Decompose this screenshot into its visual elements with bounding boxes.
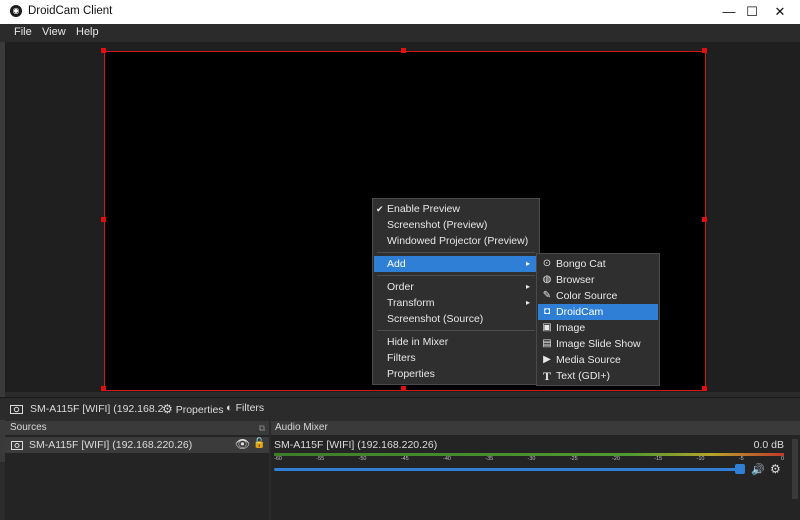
mixer-level-readout: 0.0 dB xyxy=(753,439,784,451)
add-submenu: ⊙ Bongo Cat ◍ Browser ✎ Color Source ◘ D… xyxy=(536,253,660,386)
image-icon: ▣ xyxy=(542,322,552,333)
resize-handle-top-left[interactable] xyxy=(101,48,106,53)
scrollbar[interactable] xyxy=(792,439,798,499)
gear-icon[interactable]: ⚙ xyxy=(770,462,781,476)
resize-handle-right[interactable] xyxy=(702,217,707,222)
sources-panel: Sources ⧉ SM-A115F [WIFI] (192.168.220.2… xyxy=(5,421,269,520)
selected-source-name: SM-A115F [WIFI] (192.168.2 xyxy=(30,403,164,415)
submenu-item-color-source[interactable]: ✎ Color Source xyxy=(538,288,658,304)
resize-handle-bottom[interactable] xyxy=(401,386,406,391)
menu-item-properties[interactable]: Properties xyxy=(374,366,538,382)
meter-tick-label: -55 xyxy=(316,456,325,462)
menu-item-filters[interactable]: Filters xyxy=(374,350,538,366)
audio-mixer-header: Audio Mixer xyxy=(271,421,800,435)
meter-tick-label: -5 xyxy=(738,456,744,462)
meter-tick-label: -15 xyxy=(654,456,663,462)
window-title: DroidCam Client xyxy=(28,5,113,17)
dock-float-icon[interactable]: ⧉ xyxy=(259,421,265,435)
meter-tick-label: -50 xyxy=(358,456,367,462)
submenu-arrow-icon: ▸ xyxy=(525,259,530,268)
droidcam-logo-icon: ◉ xyxy=(10,5,22,17)
menu-item-hide-in-mixer[interactable]: Hide in Mixer xyxy=(374,334,538,350)
meter-tick-label: -30 xyxy=(527,456,536,462)
volume-slider[interactable] xyxy=(274,468,744,471)
close-button[interactable]: ✕ xyxy=(757,0,800,24)
source-toolbar: SM-A115F [WIFI] (192.168.2 ⚙ Properties … xyxy=(0,397,800,420)
list-item[interactable]: SM-A115F [WIFI] (192.168.220.26) 👁 🔓 xyxy=(5,437,269,453)
menu-divider xyxy=(377,275,535,276)
meter-tick-label: -35 xyxy=(485,456,494,462)
meter-tick-label: -10 xyxy=(696,456,705,462)
title-bar: ◉ DroidCam Client — ☐ ✕ xyxy=(0,0,800,24)
camera-icon xyxy=(11,441,23,450)
play-icon: ▶ xyxy=(543,354,551,365)
meter-tick-label: 0 xyxy=(781,456,785,462)
submenu-arrow-icon: ▸ xyxy=(525,282,530,291)
menu-divider xyxy=(377,252,535,253)
camera-icon: ◘ xyxy=(543,306,551,317)
sources-header: Sources ⧉ xyxy=(5,421,269,435)
resize-handle-bottom-right[interactable] xyxy=(702,386,707,391)
meter-tick-label: -40 xyxy=(443,456,451,462)
mixer-channel-name: SM-A115F [WIFI] (192.168.220.26) xyxy=(274,439,438,451)
meter-scale: -60 -55 -50 -45 -40 -35 -30 -25 -20 -15 -10 -5 0 xyxy=(271,455,800,463)
submenu-item-text-gdi[interactable]: T Text (GDI+) xyxy=(538,368,658,384)
resize-handle-left[interactable] xyxy=(101,217,106,222)
menu-item-screenshot-preview[interactable]: Screenshot (Preview) xyxy=(374,217,538,233)
menu-item-order[interactable]: Order ▸ xyxy=(374,279,538,295)
meter-tick-label: -45 xyxy=(400,456,409,462)
submenu-item-bongo-cat[interactable]: ⊙ Bongo Cat xyxy=(538,256,658,272)
meter-tick-label: -20 xyxy=(612,456,620,462)
slideshow-icon: ▤ xyxy=(542,338,552,349)
submenu-item-droidcam[interactable]: ◘ DroidCam xyxy=(538,304,658,320)
menu-item-enable-preview[interactable]: ✔ Enable Preview xyxy=(374,201,538,217)
text-icon: T xyxy=(542,369,551,383)
camera-icon xyxy=(10,405,23,414)
meter-tick-label: -25 xyxy=(569,456,578,462)
context-menu: ✔ Enable Preview Screenshot (Preview) Wi… xyxy=(372,198,540,385)
menu-item-add[interactable]: Add ▸ xyxy=(374,256,538,272)
gear-icon: ⚙ xyxy=(162,402,173,416)
menu-bar: File View Help xyxy=(0,24,800,42)
menu-divider xyxy=(377,330,535,331)
lock-icon[interactable]: 🔓 xyxy=(253,438,265,449)
eye-icon[interactable]: 👁 xyxy=(235,437,250,451)
paint-brush-icon: ✎ xyxy=(542,290,552,301)
source-label: SM-A115F [WIFI] (192.168.220.26) xyxy=(29,439,193,451)
resize-handle-top-right[interactable] xyxy=(702,48,707,53)
menu-help[interactable]: Help xyxy=(76,26,99,38)
gamepad-icon: ⊙ xyxy=(542,258,552,269)
audio-mixer-panel: Audio Mixer SM-A115F [WIFI] (192.168.220… xyxy=(271,421,800,520)
submenu-arrow-icon: ▸ xyxy=(525,298,530,307)
menu-item-screenshot-source[interactable]: Screenshot (Source) xyxy=(374,311,538,327)
submenu-item-browser[interactable]: ◍ Browser xyxy=(538,272,658,288)
submenu-item-image-slide-show[interactable]: ▤ Image Slide Show xyxy=(538,336,658,352)
speaker-icon[interactable]: 🔊 xyxy=(751,463,765,476)
globe-icon: ◍ xyxy=(542,274,552,285)
filters-button[interactable]: ◐ Filters xyxy=(226,402,264,414)
resize-handle-top[interactable] xyxy=(401,48,406,53)
volume-slider-handle[interactable] xyxy=(735,464,745,474)
check-icon: ✔ xyxy=(376,204,384,214)
properties-button[interactable]: ⚙ Properties xyxy=(162,402,224,416)
menu-view[interactable]: View xyxy=(42,26,66,38)
menu-file[interactable]: File xyxy=(14,26,32,38)
filter-icon: ◐ xyxy=(226,402,233,414)
meter-tick-label: -60 xyxy=(274,456,282,462)
submenu-item-image[interactable]: ▣ Image xyxy=(538,320,658,336)
resize-handle-bottom-left[interactable] xyxy=(101,386,106,391)
menu-item-windowed-projector[interactable]: Windowed Projector (Preview) xyxy=(374,233,538,249)
submenu-item-media-source[interactable]: ▶ Media Source xyxy=(538,352,658,368)
menu-item-transform[interactable]: Transform ▸ xyxy=(374,295,538,311)
